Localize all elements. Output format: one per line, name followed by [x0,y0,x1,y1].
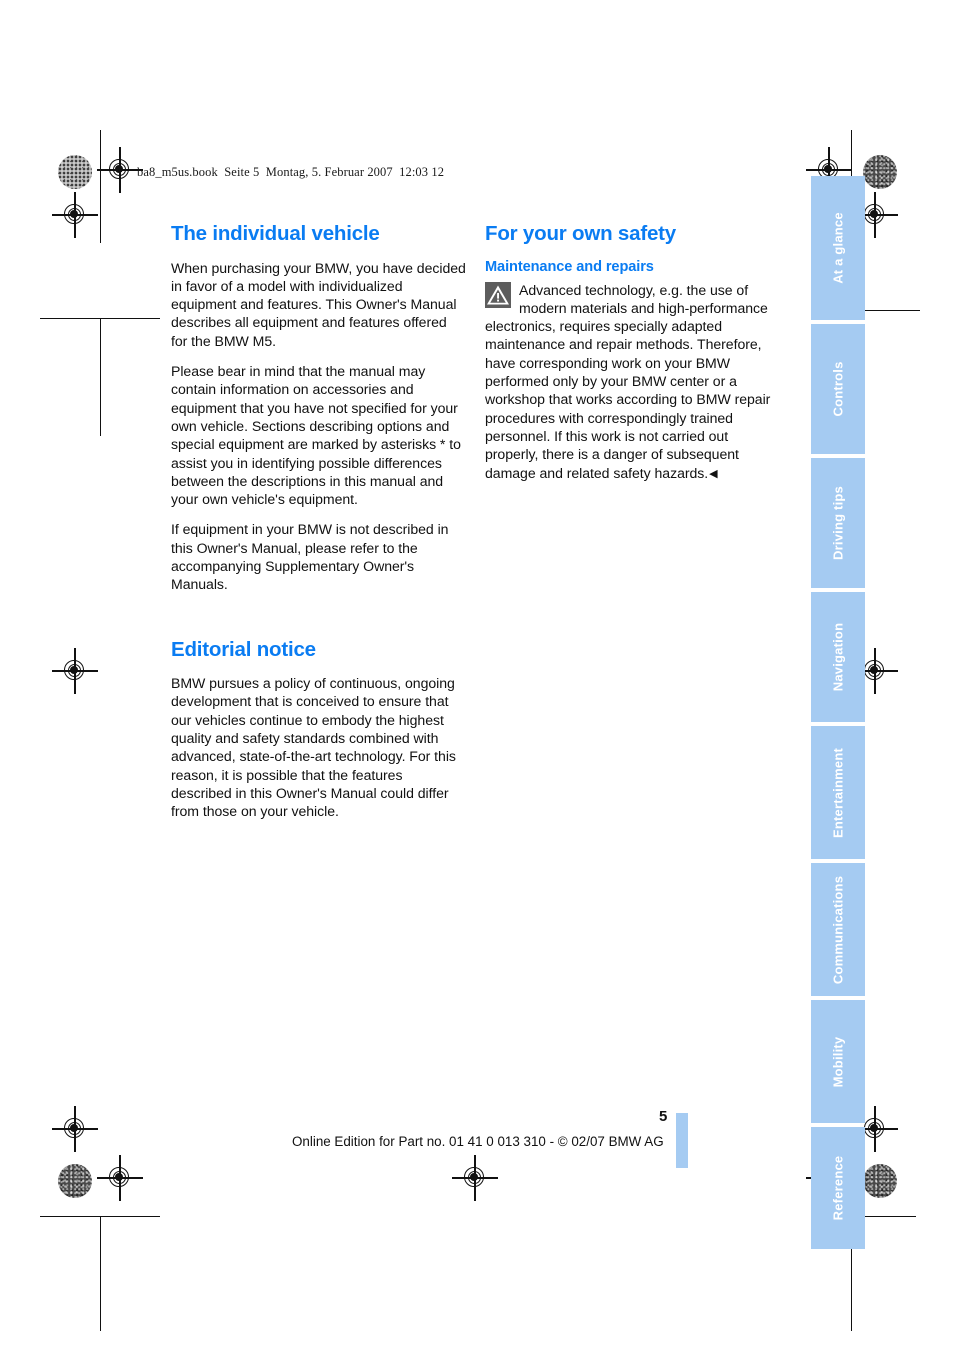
page-number: 5 [659,1108,668,1125]
warning-block: Advanced technology, e.g. the use of mod… [485,281,780,482]
section-end-marker: ◀ [709,467,718,480]
warning-triangle-icon [485,281,511,308]
tab-label-communications: Communications [830,875,846,984]
subheading-maintenance-and-repairs: Maintenance and repairs [485,258,654,275]
halftone-density-patch-top-left [58,155,92,189]
page-title-editorial-notice: Editorial notice [171,637,316,661]
footer-online-edition-note: Online Edition for Part no. 01 41 0 013 … [292,1134,664,1149]
manual-page: ba8_m5us.book Seite 5 Montag, 5. Februar… [0,0,954,1351]
footer-accent-bar [676,1113,688,1168]
tab-reference[interactable]: Reference [811,1127,865,1249]
tab-controls[interactable]: Controls [811,324,865,454]
halftone-density-patch-bottom-left [58,1164,92,1198]
page-title-for-your-own-safety: For your own safety [485,222,676,245]
left-text-column: The individual vehicle When purchasing y… [171,222,466,821]
paragraph-individual-vehicle-3: If equipment in your BMW is not describe… [171,521,449,593]
crop-rule-top-right-horizontal [860,310,920,312]
registration-mark-bottom-center [452,1155,498,1201]
registration-mark-left-upper [52,192,98,238]
tab-communications[interactable]: Communications [811,863,865,996]
tab-mobility[interactable]: Mobility [811,1000,865,1123]
tab-navigation[interactable]: Navigation [811,592,865,722]
tab-label-driving-tips: Driving tips [830,486,846,560]
tab-at-a-glance[interactable]: At a glance [811,176,865,320]
tab-driving-tips[interactable]: Driving tips [811,458,865,588]
paragraph-individual-vehicle-1: When purchasing your BMW, you have decid… [171,259,466,349]
paragraph-individual-vehicle-2: Please bear in mind that the manual may … [171,363,461,508]
thumb-index-tabs: At a glance Controls Driving tips Naviga… [811,176,865,1249]
right-text-column: For your own safety Maintenance and repa… [485,222,780,482]
warning-text: Advanced technology, e.g. the use of mod… [485,281,771,481]
registration-mark-bottom-left [97,1155,143,1201]
halftone-density-patch-bottom-right [863,1164,897,1198]
crop-rule-bottom-left-vertical [100,1216,102,1331]
halftone-density-patch-top-right [863,155,897,189]
registration-mark-left-middle [52,648,98,694]
paragraph-maintenance-warning: Advanced technology, e.g. the use of mod… [485,281,780,482]
paragraph-editorial-notice-1: BMW pursues a policy of continuous, ongo… [171,675,456,820]
crop-rule-left-lower-vertical [100,318,102,436]
file-header-line: ba8_m5us.book Seite 5 Montag, 5. Februar… [137,165,445,179]
tab-label-entertainment: Entertainment [830,747,846,838]
crop-rule-bottom-right-horizontal [860,1216,916,1218]
page-title-individual-vehicle: The individual vehicle [171,222,380,245]
tab-label-navigation: Navigation [830,622,846,692]
tab-label-mobility: Mobility [830,1036,846,1087]
tab-entertainment[interactable]: Entertainment [811,726,865,859]
tab-label-at-a-glance: At a glance [830,212,846,284]
tab-label-reference: Reference [830,1155,846,1221]
tab-label-controls: Controls [830,361,846,417]
registration-mark-left-lower [52,1106,98,1152]
